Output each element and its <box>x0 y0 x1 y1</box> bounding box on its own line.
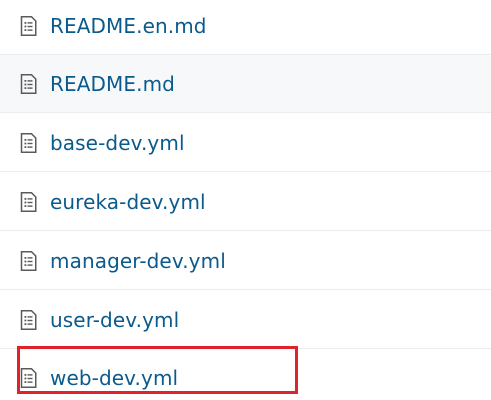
file-row-readme[interactable]: README.md <box>0 55 491 113</box>
file-row-user-dev[interactable]: user-dev.yml <box>0 291 491 349</box>
file-link[interactable]: eureka-dev.yml <box>50 190 206 214</box>
file-row-manager-dev[interactable]: manager-dev.yml <box>0 232 491 290</box>
file-link[interactable]: manager-dev.yml <box>50 249 226 273</box>
file-text-icon <box>20 309 37 330</box>
file-text-icon <box>20 73 37 94</box>
file-text-icon <box>20 368 37 388</box>
file-text-icon <box>20 191 37 212</box>
file-row-base-dev[interactable]: base-dev.yml <box>0 114 491 172</box>
file-link[interactable]: user-dev.yml <box>50 308 179 332</box>
file-text-icon <box>20 132 37 153</box>
file-link[interactable]: base-dev.yml <box>50 131 185 155</box>
file-link[interactable]: README.en.md <box>50 14 207 38</box>
file-link[interactable]: web-dev.yml <box>50 366 178 390</box>
file-list: README.en.md README.md base-dev.yml eure… <box>0 0 491 400</box>
file-text-icon <box>20 15 37 36</box>
file-row-readme-en[interactable]: README.en.md <box>0 0 491 55</box>
file-link[interactable]: README.md <box>50 72 175 96</box>
file-row-eureka-dev[interactable]: eureka-dev.yml <box>0 173 491 231</box>
file-text-icon <box>20 250 37 271</box>
file-row-web-dev[interactable]: web-dev.yml <box>0 349 491 400</box>
